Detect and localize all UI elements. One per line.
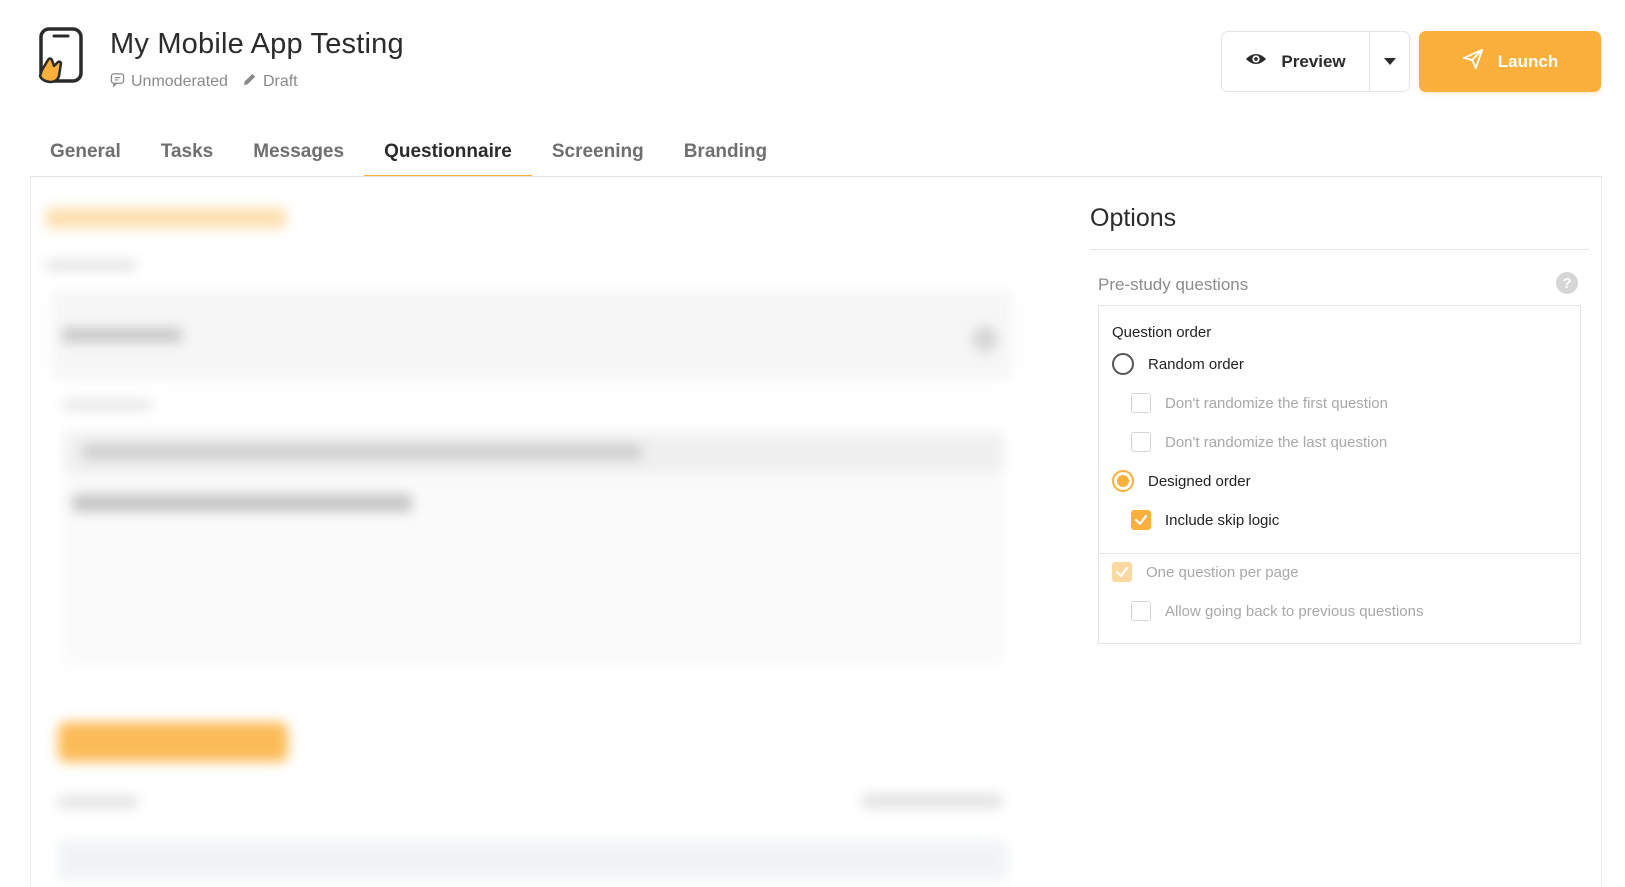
questionnaire-editor-blurred (42, 200, 1082, 887)
pre-study-questions-label: Pre-study questions (1098, 275, 1249, 294)
options-title: Options (1090, 204, 1177, 232)
one-question-per-page-label: One question per page (1146, 563, 1299, 581)
paper-plane-icon (1462, 48, 1484, 75)
preview-dropdown-button[interactable] (1369, 32, 1409, 91)
preview-button-group: Preview (1221, 31, 1410, 92)
random-order-label: Random order (1148, 355, 1244, 373)
preview-label: Preview (1281, 51, 1346, 71)
launch-button[interactable]: Launch (1419, 31, 1601, 92)
checkmark-icon (1115, 566, 1129, 578)
status-badge: Draft (242, 72, 298, 92)
tab-screening[interactable]: Screening (532, 132, 664, 177)
app-logo-icon (32, 26, 90, 88)
dont-randomize-last-label: Don't randomize the last question (1165, 433, 1388, 451)
designed-order-label: Designed order (1148, 472, 1251, 490)
include-skip-logic-option[interactable]: Include skip logic (1131, 510, 1279, 530)
tab-questionnaire[interactable]: Questionnaire (364, 132, 532, 177)
caret-down-icon (1383, 53, 1396, 71)
launch-label: Launch (1497, 51, 1559, 71)
include-skip-logic-checkbox[interactable] (1131, 510, 1151, 530)
status-label: Draft (262, 73, 298, 90)
mode-label: Unmoderated (131, 73, 228, 90)
tab-general[interactable]: General (30, 132, 141, 177)
one-question-per-page-option[interactable]: One question per page (1112, 562, 1299, 582)
tab-bar: General Tasks Messages Questionnaire Scr… (30, 132, 787, 177)
designed-order-radio[interactable] (1112, 470, 1134, 492)
study-meta: Unmoderated Draft (110, 72, 298, 92)
include-skip-logic-label: Include skip logic (1165, 511, 1280, 529)
options-divider (1090, 249, 1589, 250)
allow-going-back-label: Allow going back to previous questions (1165, 602, 1424, 620)
allow-going-back-option[interactable]: Allow going back to previous questions (1131, 601, 1424, 621)
question-order-label: Question order (1112, 324, 1212, 341)
dont-randomize-last-checkbox[interactable] (1131, 432, 1151, 452)
random-order-radio[interactable] (1112, 353, 1134, 375)
tab-messages[interactable]: Messages (233, 132, 364, 177)
dont-randomize-first-label: Don't randomize the first question (1165, 394, 1388, 412)
page-title: My Mobile App Testing (110, 28, 404, 60)
question-options-box: Question order Random order Don't random… (1098, 305, 1581, 644)
chat-icon (110, 72, 125, 92)
designed-order-option[interactable]: Designed order (1112, 470, 1251, 492)
dont-randomize-last-option[interactable]: Don't randomize the last question (1131, 432, 1387, 452)
allow-going-back-checkbox[interactable] (1131, 601, 1151, 621)
random-order-option[interactable]: Random order (1112, 353, 1244, 375)
checkmark-icon (1134, 514, 1148, 526)
preview-button[interactable]: Preview (1222, 32, 1369, 91)
pencil-icon (242, 72, 257, 92)
eye-icon (1245, 48, 1267, 75)
options-separator (1099, 553, 1580, 554)
one-question-per-page-checkbox[interactable] (1112, 562, 1132, 582)
tab-tasks[interactable]: Tasks (141, 132, 233, 177)
dont-randomize-first-option[interactable]: Don't randomize the first question (1131, 393, 1388, 413)
mode-badge: Unmoderated (110, 72, 228, 92)
dont-randomize-first-checkbox[interactable] (1131, 393, 1151, 413)
tab-branding[interactable]: Branding (664, 132, 787, 177)
help-icon[interactable]: ? (1556, 272, 1578, 294)
